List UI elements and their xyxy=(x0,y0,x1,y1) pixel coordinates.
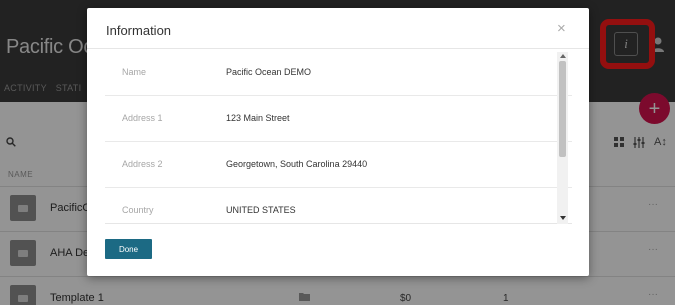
done-button[interactable]: Done xyxy=(105,239,152,259)
scroll-up-arrow-icon[interactable] xyxy=(560,54,566,58)
info-row-country: Country UNITED STATES xyxy=(105,188,572,223)
field-label: Name xyxy=(122,67,147,77)
info-row-address-1: Address 1 123 Main Street xyxy=(105,96,572,142)
divider xyxy=(87,48,589,49)
close-icon[interactable]: × xyxy=(557,20,566,37)
field-label: Country xyxy=(122,205,154,215)
field-value: 123 Main Street xyxy=(226,113,290,123)
scrollbar[interactable] xyxy=(557,52,568,224)
field-label: Address 2 xyxy=(122,159,163,169)
field-value: Georgetown, South Carolina 29440 xyxy=(226,159,368,169)
dialog-title: Information xyxy=(106,23,172,38)
info-row-address-2: Address 2 Georgetown, South Carolina 294… xyxy=(105,142,572,188)
information-dialog: Information × Name Pacific Ocean DEMO Ad… xyxy=(87,8,589,276)
scroll-thumb[interactable] xyxy=(559,61,566,157)
scroll-down-arrow-icon[interactable] xyxy=(560,216,566,220)
info-list[interactable]: Name Pacific Ocean DEMO Address 1 123 Ma… xyxy=(105,50,572,224)
info-row-name: Name Pacific Ocean DEMO xyxy=(105,50,572,96)
field-value: UNITED STATES xyxy=(226,205,296,215)
field-value: Pacific Ocean DEMO xyxy=(226,67,312,77)
field-label: Address 1 xyxy=(122,113,163,123)
